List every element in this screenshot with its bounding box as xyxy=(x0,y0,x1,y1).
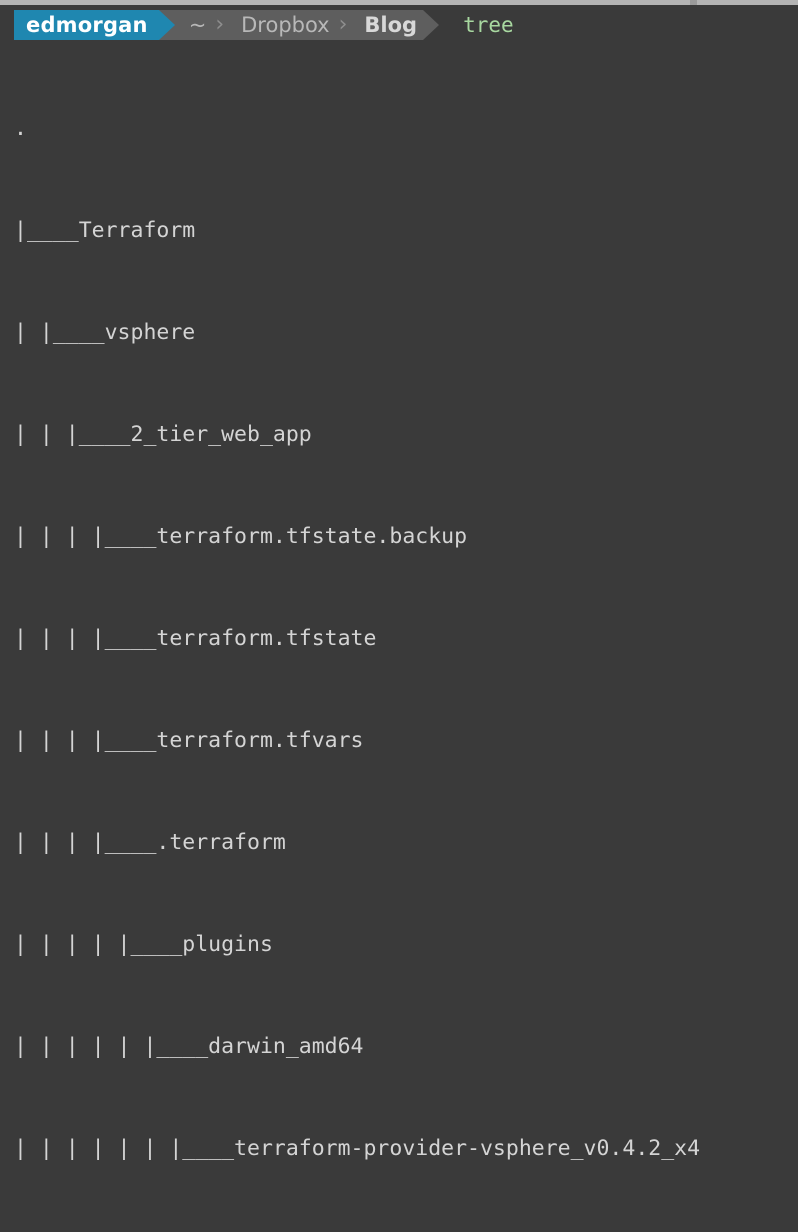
scrollbar-thumb-left[interactable] xyxy=(0,0,690,5)
prompt-path-segment-blog: Blog xyxy=(350,10,424,40)
tree-line: | | | |____terraform.tfstate xyxy=(14,626,377,651)
tree-line: . xyxy=(14,116,27,141)
prompt-path-segment-dropbox: Dropbox xyxy=(227,10,336,40)
terminal-window[interactable]: edmorgan ~ › Dropbox › Blog tree . |____… xyxy=(0,10,798,1161)
scrollbar-thumb-right[interactable] xyxy=(697,0,798,5)
tree-line: | | | |____.terraform xyxy=(14,830,286,855)
scrollbar-track[interactable] xyxy=(0,0,798,5)
tree-line: | | |____2_tier_web_app xyxy=(14,422,312,447)
prompt-username: edmorgan xyxy=(14,10,159,40)
powerline-arrow-end xyxy=(423,10,440,40)
chevron-right-icon: › xyxy=(212,10,228,40)
tree-line: | | | | | |____darwin_amd64 xyxy=(14,1034,364,1059)
tree-line: | | | | |____plugins xyxy=(14,932,273,957)
chevron-right-icon: › xyxy=(335,10,351,40)
prompt-line-top: edmorgan ~ › Dropbox › Blog tree xyxy=(0,10,798,44)
powerline-arrow-user xyxy=(158,10,175,40)
tree-line: | | | |____terraform.tfstate.backup xyxy=(14,524,468,549)
tree-output: . |____Terraform | |____vsphere | | |___… xyxy=(0,44,798,1232)
tree-line: | | | | | | |____terraform-provider-vsph… xyxy=(14,1136,701,1161)
prompt-path-segment-home: ~ xyxy=(174,10,213,40)
command-text: tree xyxy=(463,13,514,37)
window-chrome xyxy=(0,0,798,10)
tree-line: | |____vsphere xyxy=(14,320,196,345)
tree-line: | | | |____terraform.tfvars xyxy=(14,728,364,753)
tree-line: |____Terraform xyxy=(14,218,196,243)
